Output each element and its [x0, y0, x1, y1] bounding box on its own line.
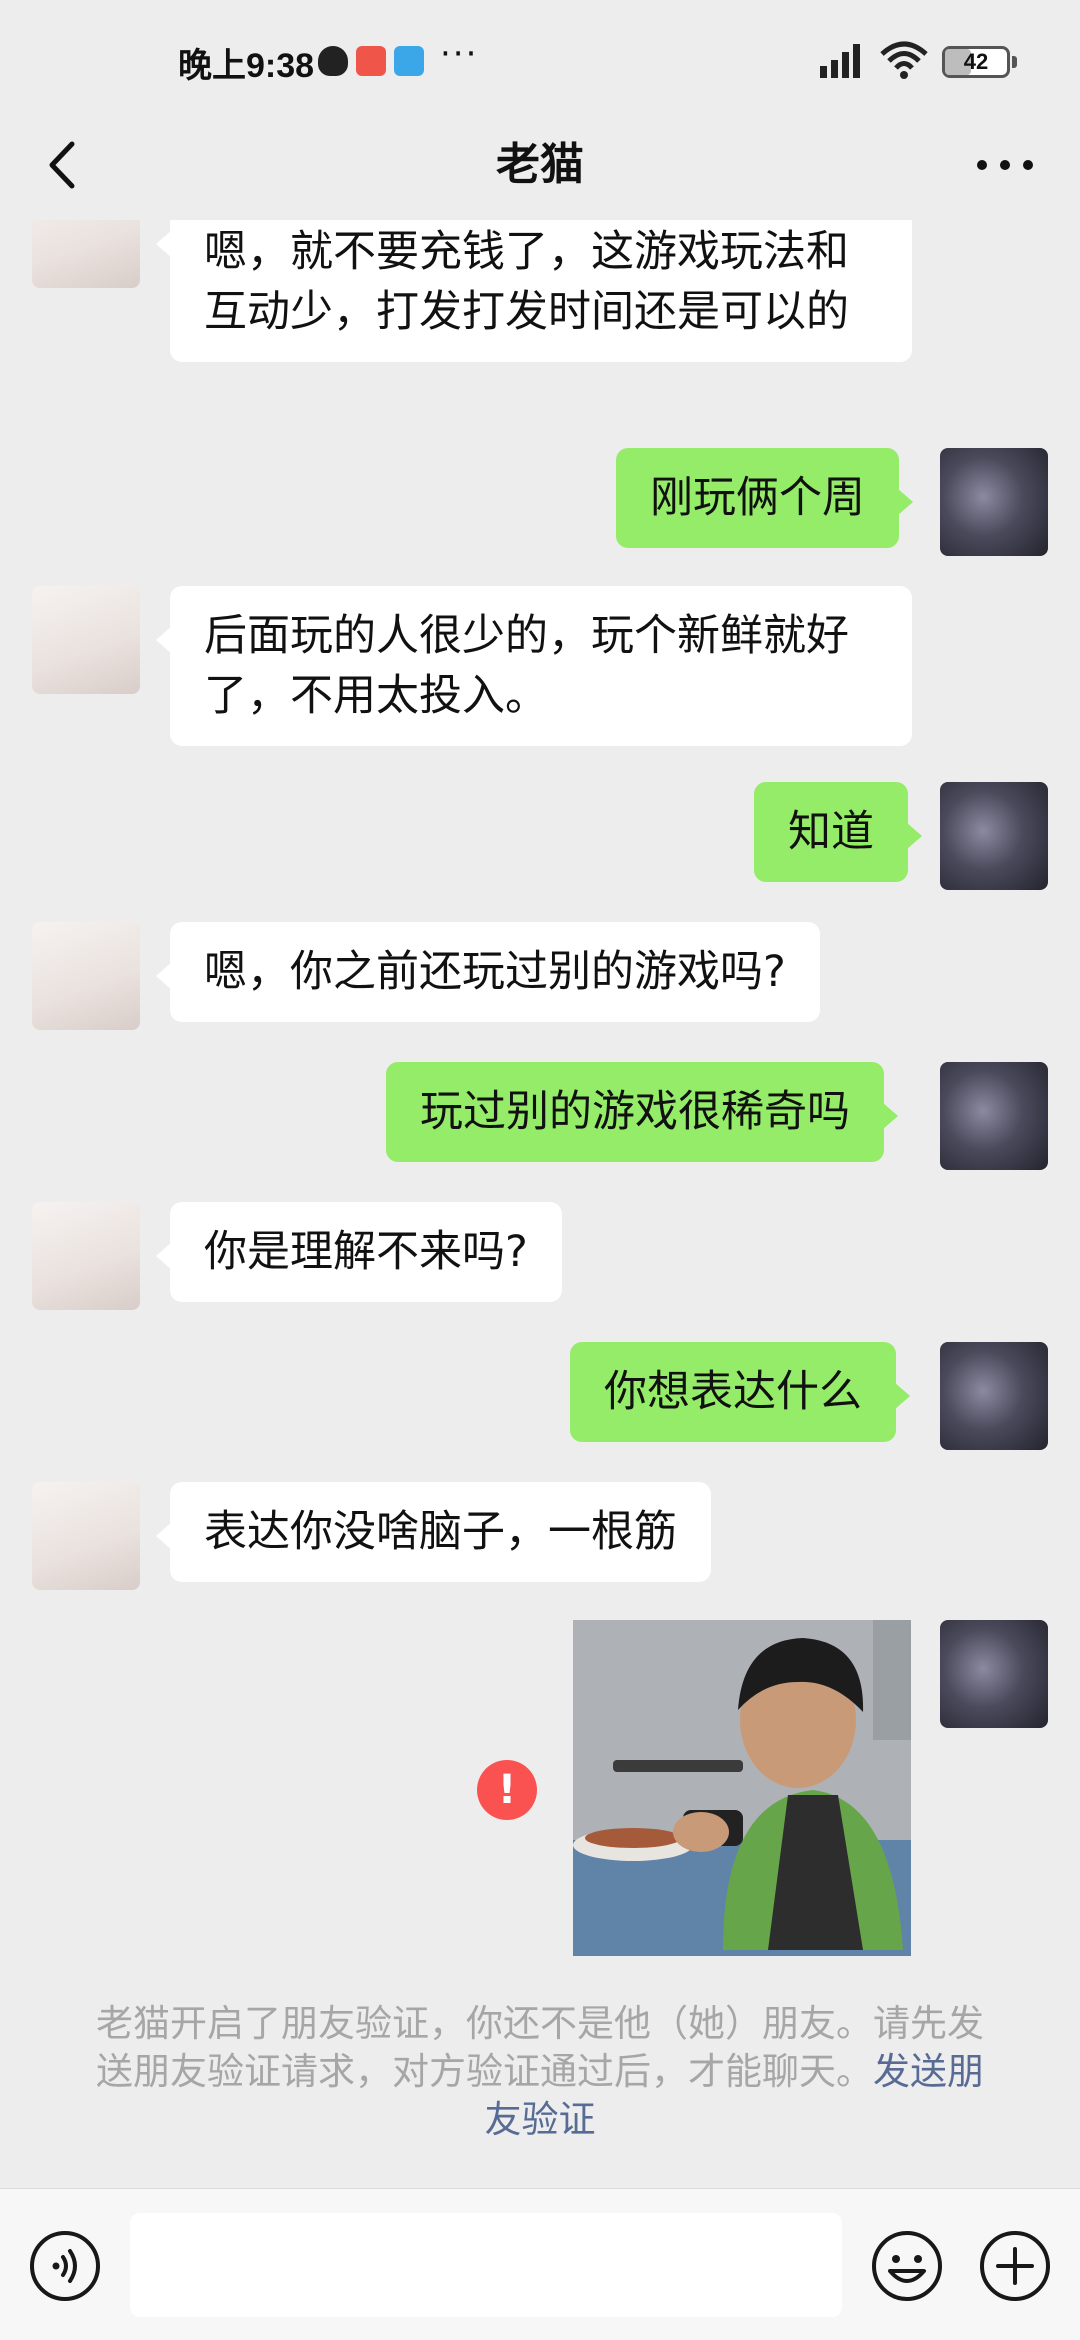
message-bubble-received[interactable]: 后面玩的人很少的，玩个新鲜就好了，不用太投入。: [156, 586, 912, 746]
my-avatar[interactable]: [940, 448, 1048, 556]
friend-verification-notice: 老猫开启了朋友验证，你还不是他（她）朋友。请先发送朋友验证请求，对方验证通过后，…: [80, 2000, 1000, 2144]
wifi-icon: [880, 41, 928, 79]
status-time: 晚上9:38: [178, 47, 315, 85]
chat-header: 老猫: [0, 110, 1080, 220]
input-bar: [0, 2188, 1080, 2340]
notice-text: 老猫开启了朋友验证，你还不是他（她）朋友。请先发送朋友验证请求，对方验证通过后，…: [96, 2002, 984, 2093]
message-bubble-received[interactable]: 嗯，你之前还玩过别的游戏吗?: [156, 922, 820, 1022]
status-bar: 晚上9:38 ··· 42: [0, 0, 1080, 110]
battery-tip: [1012, 56, 1017, 68]
contact-avatar[interactable]: [32, 1202, 140, 1310]
my-avatar[interactable]: [940, 782, 1048, 890]
message-bubble-sent[interactable]: 知道: [754, 782, 922, 882]
contact-avatar[interactable]: [32, 922, 140, 1030]
plus-icon[interactable]: [978, 2229, 1052, 2303]
voice-icon[interactable]: [28, 2229, 102, 2303]
contact-avatar[interactable]: [32, 1482, 140, 1590]
my-avatar[interactable]: [940, 1342, 1048, 1450]
photo-content: [573, 1620, 911, 1956]
chat-title: 老猫: [496, 139, 584, 190]
my-avatar[interactable]: [940, 1620, 1048, 1728]
signal-icon: [820, 44, 860, 78]
my-avatar[interactable]: [940, 1062, 1048, 1170]
message-bubble-sent[interactable]: 玩过别的游戏很稀奇吗: [386, 1062, 898, 1162]
send-failed-icon[interactable]: !: [477, 1760, 537, 1820]
more-icon[interactable]: [970, 130, 1040, 200]
message-bubble-received[interactable]: 嗯，就不要充钱了，这游戏玩法和互动少，打发打发时间还是可以的: [156, 220, 912, 362]
contact-avatar[interactable]: [32, 220, 140, 288]
more-notifications-indicator: ···: [440, 34, 479, 74]
app-notification-icon: [356, 46, 386, 76]
battery-icon: 42: [942, 46, 1010, 78]
emoji-icon[interactable]: [870, 2229, 944, 2303]
app-notification-icon: [394, 46, 424, 76]
battery-level-label: 42: [963, 49, 989, 74]
image-message[interactable]: [573, 1620, 911, 1956]
qq-penguin-icon: [318, 46, 348, 76]
contact-avatar[interactable]: [32, 586, 140, 694]
message-bubble-received[interactable]: 你是理解不来吗?: [156, 1202, 562, 1302]
message-bubble-sent[interactable]: 你想表达什么: [570, 1342, 910, 1442]
message-list[interactable]: 嗯，就不要充钱了，这游戏玩法和互动少，打发打发时间还是可以的 刚玩俩个周 后面玩…: [0, 220, 1080, 1980]
message-bubble-sent[interactable]: 刚玩俩个周: [616, 448, 913, 548]
message-input[interactable]: [130, 2213, 842, 2317]
message-bubble-received[interactable]: 表达你没啥脑子，一根筋: [156, 1482, 711, 1582]
